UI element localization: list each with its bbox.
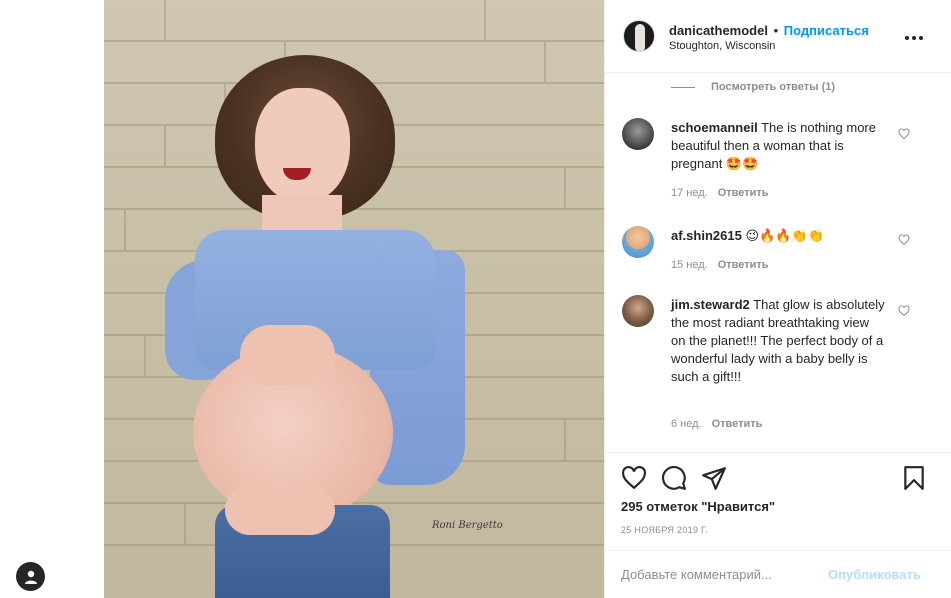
view-replies-button[interactable]: Посмотреть ответы (1) bbox=[671, 81, 835, 93]
comment-composer: Добавьте комментарий... Опубликовать bbox=[605, 550, 951, 598]
brick-joint bbox=[564, 420, 566, 460]
comment-username[interactable]: jim.steward2 bbox=[671, 297, 750, 312]
heart-icon[interactable] bbox=[898, 234, 910, 246]
separator: • bbox=[773, 23, 779, 38]
profile-icon bbox=[24, 570, 37, 584]
post-sidebar: danicathemodel • Подписаться Stoughton, … bbox=[604, 0, 951, 598]
follow-button[interactable]: Подписаться bbox=[784, 23, 869, 38]
more-options-button[interactable] bbox=[905, 30, 925, 46]
avatar[interactable] bbox=[623, 20, 655, 52]
comment-text: jim.steward2 That glow is absolutely the… bbox=[671, 296, 886, 386]
post-date: 25 НОЯБРЯ 2019 Г. bbox=[621, 525, 708, 535]
comment-input[interactable]: Добавьте комментарий... bbox=[621, 567, 772, 582]
brick-joint bbox=[124, 210, 126, 250]
more-dots-icon bbox=[912, 36, 916, 40]
brick-joint bbox=[144, 336, 146, 376]
bookmark-icon[interactable] bbox=[901, 465, 927, 491]
brick-joint bbox=[564, 168, 566, 208]
reply-button[interactable]: Ответить bbox=[718, 259, 769, 271]
brick-joint bbox=[184, 504, 186, 544]
reply-button[interactable]: Ответить bbox=[718, 187, 769, 199]
comment-username[interactable]: schoemanneil bbox=[671, 120, 758, 135]
comment-meta: 17 нед. Ответить bbox=[671, 187, 769, 199]
post-location[interactable]: Stoughton, Wisconsin bbox=[669, 40, 775, 52]
view-replies-label: Посмотреть ответы (1) bbox=[711, 81, 836, 93]
avatar[interactable] bbox=[622, 295, 654, 327]
brick-joint bbox=[484, 0, 486, 40]
share-icon[interactable] bbox=[701, 465, 727, 491]
comment-meta: 15 нед. Ответить bbox=[671, 259, 769, 271]
comment-age: 15 нед. bbox=[671, 259, 708, 271]
brick-line bbox=[104, 40, 604, 42]
comment-meta: 6 нед. Ответить bbox=[671, 418, 762, 430]
author-username[interactable]: danicathemodel bbox=[669, 23, 768, 38]
reply-button[interactable]: Ответить bbox=[712, 418, 763, 430]
heart-icon[interactable] bbox=[898, 305, 910, 317]
photographer-signature: Roni Bergetto bbox=[432, 520, 503, 531]
brick-joint bbox=[544, 42, 546, 82]
avatar[interactable] bbox=[622, 118, 654, 150]
comment-text: schoemanneil The is nothing more beautif… bbox=[671, 119, 891, 173]
comment-text: af.shin2615 😉🔥🔥👏👏 bbox=[671, 227, 891, 245]
more-dots-icon bbox=[919, 36, 923, 40]
comment-age: 17 нед. bbox=[671, 187, 708, 199]
post-header: danicathemodel • Подписаться Stoughton, … bbox=[605, 0, 951, 73]
likes-count[interactable]: 295 отметок "Нравится" bbox=[621, 499, 775, 514]
profile-button[interactable] bbox=[16, 562, 45, 591]
model-face bbox=[255, 88, 350, 203]
header-user-line: danicathemodel • Подписаться bbox=[669, 23, 869, 38]
model-hand bbox=[240, 325, 335, 385]
comment-body: 😉🔥🔥👏👏 bbox=[745, 228, 824, 243]
heart-icon[interactable] bbox=[898, 128, 910, 140]
avatar[interactable] bbox=[622, 226, 654, 258]
brick-line bbox=[104, 502, 604, 504]
post-photo[interactable]: Roni Bergetto bbox=[104, 0, 604, 598]
more-dots-icon bbox=[905, 36, 909, 40]
comment-age: 6 нед. bbox=[671, 418, 702, 430]
brick-joint bbox=[164, 0, 166, 40]
brick-joint bbox=[164, 126, 166, 166]
like-heart-icon[interactable] bbox=[621, 465, 647, 491]
comment-icon[interactable] bbox=[661, 465, 687, 491]
publish-button[interactable]: Опубликовать bbox=[828, 567, 921, 582]
model-hand bbox=[225, 485, 335, 535]
comment-username[interactable]: af.shin2615 bbox=[671, 228, 742, 243]
replies-divider bbox=[671, 86, 695, 88]
